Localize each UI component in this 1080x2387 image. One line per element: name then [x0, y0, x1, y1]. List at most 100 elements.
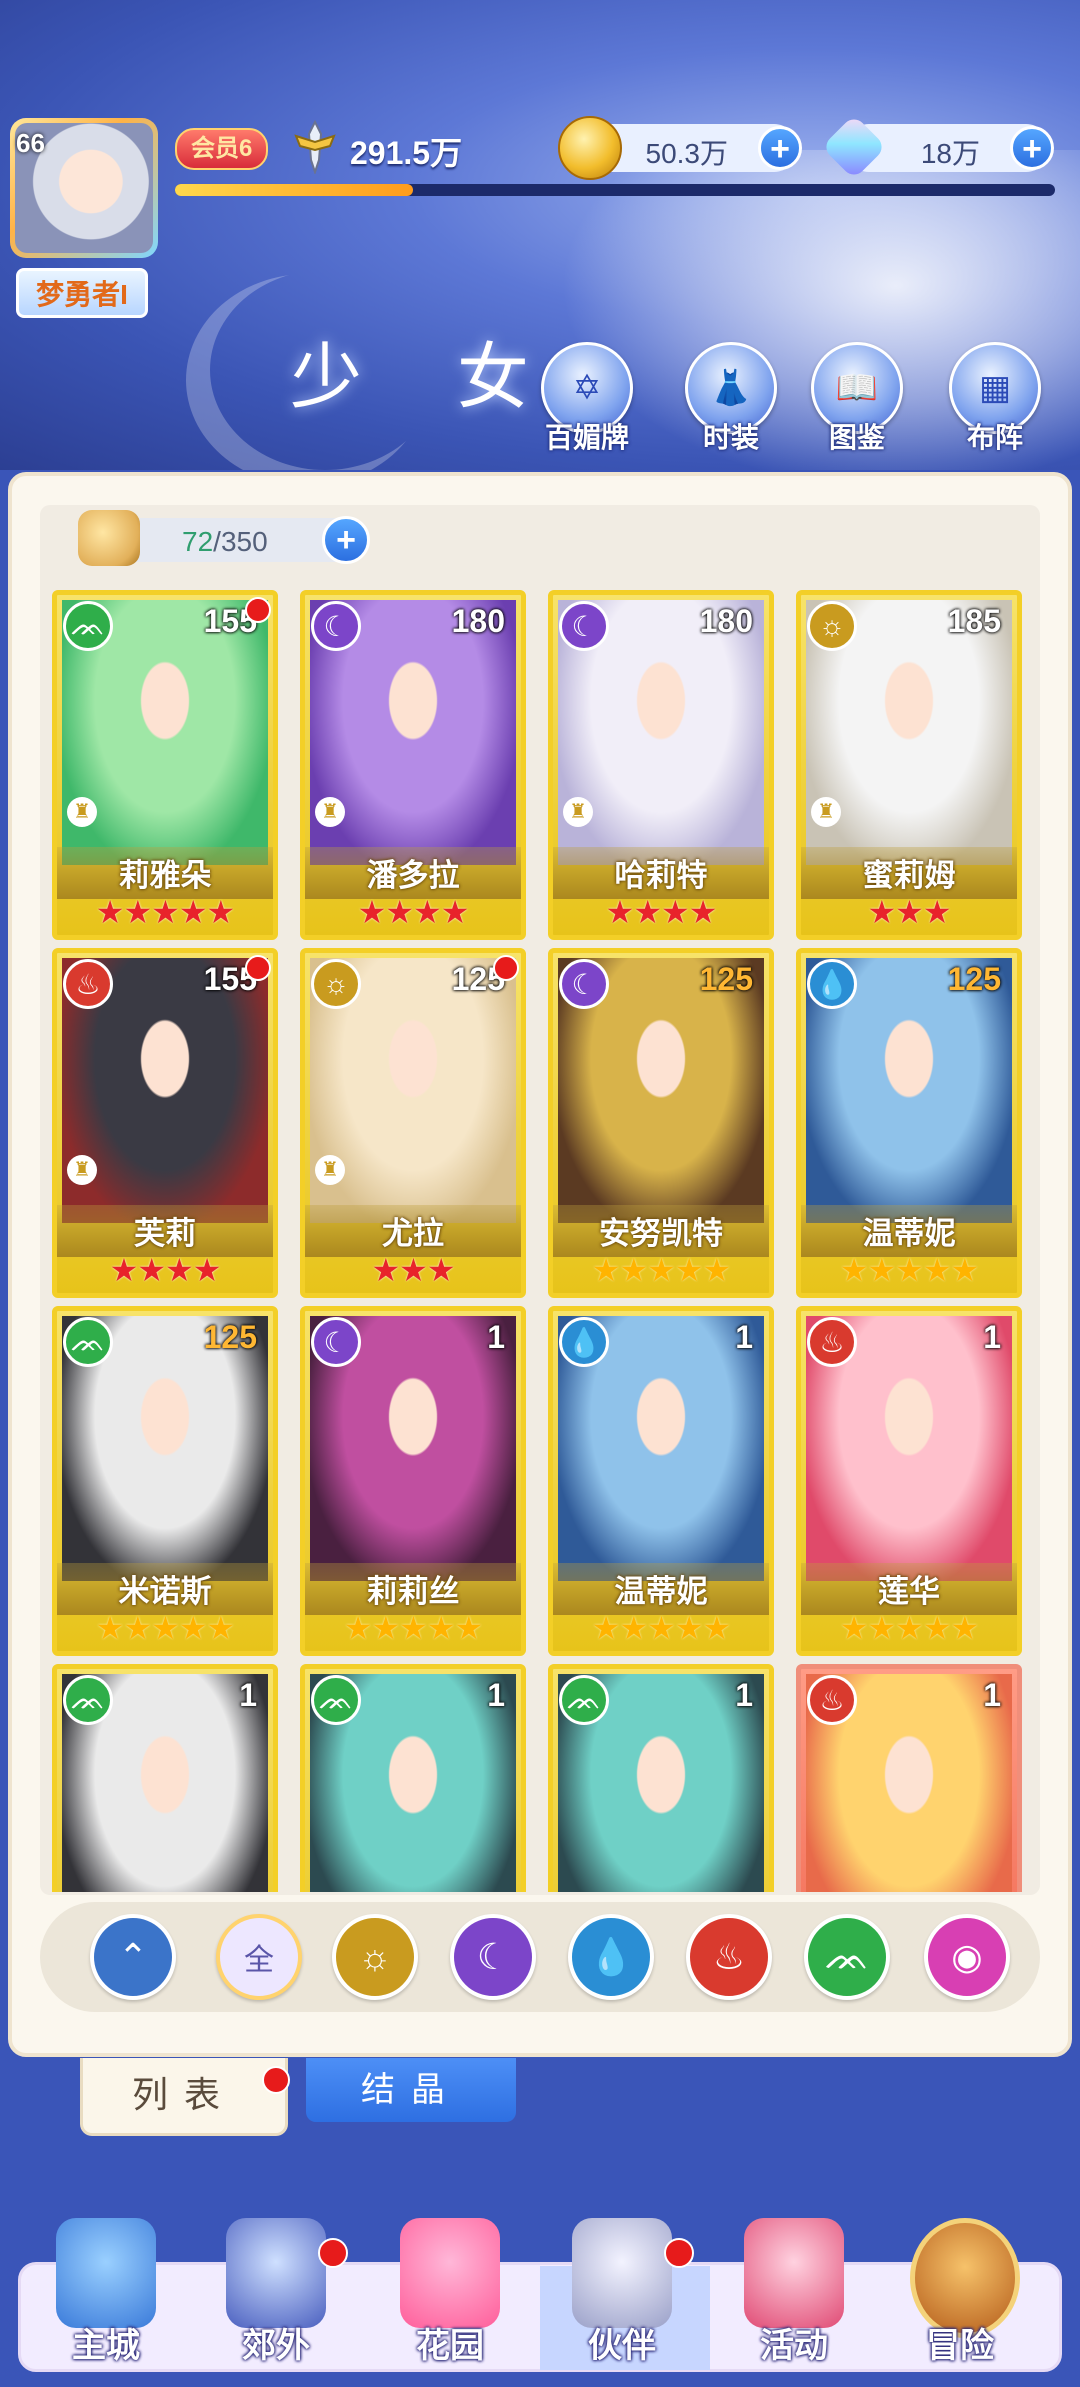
notification-dot — [493, 955, 519, 981]
nav-label: 花园 — [416, 2327, 484, 2365]
storage-current: 72 — [182, 526, 214, 557]
gift-icon — [744, 2218, 844, 2328]
tab-list[interactable]: 列表 — [80, 2058, 288, 2136]
partner-card[interactable]: ᨏ1 — [300, 1664, 526, 1892]
filter-wind-icon[interactable]: ᨏ — [804, 1914, 890, 2000]
star-rating: ★★★★★ — [839, 1610, 979, 1646]
hero-btn-codex[interactable]: 📖 图鉴 — [802, 342, 912, 456]
filter-fire-icon[interactable]: ♨ — [686, 1914, 772, 2000]
star-rating: ★★★ — [867, 894, 951, 930]
partner-card[interactable]: ᨏ 125 米诺斯 ★★★★★ — [52, 1306, 278, 1656]
star-rating: ★★★★ — [357, 894, 470, 930]
tab-crystal[interactable]: 结晶 — [306, 2058, 516, 2122]
partner-card[interactable]: ☾ 180 ♜ 潘多拉 ★★★★ — [300, 590, 526, 940]
section-title: 少 女 — [290, 335, 565, 419]
partner-card[interactable]: ☾ 125 安努凯特 ★★★★★ — [548, 948, 774, 1298]
rook-icon: ♜ — [315, 1155, 345, 1185]
star-rating: ★★★★★ — [591, 1610, 731, 1646]
partner-card[interactable]: ☼ 185 ♜ 蜜莉姆 ★★★ — [796, 590, 1022, 940]
card-name: 潘多拉 — [366, 858, 460, 893]
moon-element-icon: ☾ — [311, 1317, 361, 1367]
filter-up-icon[interactable]: ⌃ — [90, 1914, 176, 2000]
sun-element-icon: ☼ — [807, 601, 857, 651]
card-level: 1 — [735, 1677, 753, 1713]
partner-card[interactable]: ♨ 1 莲华 ★★★★★ — [796, 1306, 1022, 1656]
card-level: 180 — [451, 603, 505, 639]
star-rating: ★★★★ — [109, 1252, 222, 1288]
card-level: 1 — [239, 1677, 257, 1713]
card-level: 180 — [699, 603, 753, 639]
partner-card[interactable]: ♨ 1 — [796, 1664, 1022, 1892]
wind-element-icon: ᨏ — [63, 1675, 113, 1725]
nav-item-4[interactable]: 活动 — [714, 2218, 874, 2378]
notification-dot — [245, 597, 271, 623]
gem-counter: 18万 + — [821, 114, 1054, 180]
hero-btn-cards[interactable]: ✡ 百媚牌 — [532, 342, 642, 456]
card-level: 125 — [947, 961, 1001, 997]
partner-card[interactable]: ☾ 180 ♜ 哈莉特 ★★★★ — [548, 590, 774, 940]
expand-storage-button[interactable]: + — [322, 516, 370, 564]
star-rating: ★★★★★ — [343, 1610, 483, 1646]
add-gems-button[interactable]: + — [1010, 126, 1054, 170]
card-level: 1 — [983, 1677, 1001, 1713]
nav-item-2[interactable]: 花园 — [370, 2218, 530, 2378]
partner-card[interactable]: ᨏ1 — [52, 1664, 278, 1892]
nav-label: 活动 — [760, 2327, 828, 2365]
card-level: 125 — [203, 1319, 257, 1355]
nav-item-0[interactable]: 主城 — [26, 2218, 186, 2378]
rook-icon: ♜ — [315, 797, 345, 827]
notification-dot — [318, 2238, 348, 2268]
nav-label: 郊外 — [242, 2327, 310, 2365]
card-level: 185 — [947, 603, 1001, 639]
nav-label: 主城 — [72, 2327, 140, 2365]
partner-card[interactable]: ☾ 1 莉莉丝 ★★★★★ — [300, 1306, 526, 1656]
wind-element-icon: ᨏ — [63, 601, 113, 651]
star-rating: ★★★★★ — [591, 1252, 731, 1288]
card-name: 莉雅朵 — [118, 858, 212, 893]
card-grid: ᨏ 155 ♜ 莉雅朵 ★★★★★ ☾ 180 ♜ 潘多拉 ★★★★ ☾ 180 ♜ 哈莉特 ★★★★ ☼ 18… — [52, 590, 1032, 1892]
add-coins-button[interactable]: + — [758, 126, 802, 170]
card-name: 莉莉丝 — [366, 1574, 460, 1609]
star-rating: ★★★★ — [605, 894, 718, 930]
partner-icon — [572, 2218, 672, 2328]
nav-item-3[interactable]: 伙伴 — [542, 2218, 702, 2378]
storage-counter: 72/350 + — [78, 510, 370, 566]
card-level: 1 — [983, 1319, 1001, 1355]
filter-all-button[interactable]: 全 — [216, 1914, 302, 2000]
gem-value: 18万 — [920, 138, 980, 169]
nav-item-1[interactable]: 郊外 — [196, 2218, 356, 2378]
nav-item-5[interactable]: 冒险 — [880, 2218, 1040, 2378]
player-name[interactable]: 梦勇者I — [16, 268, 148, 318]
filter-water-icon[interactable]: 💧 — [568, 1914, 654, 2000]
filter-sun-icon[interactable]: ☼ — [332, 1914, 418, 2000]
partner-card[interactable]: ᨏ1 — [548, 1664, 774, 1892]
nav-label: 伙伴 — [588, 2327, 656, 2365]
rook-icon: ♜ — [811, 797, 841, 827]
hero-btn-formation[interactable]: ▦ 布阵 — [940, 342, 1050, 456]
partner-card[interactable]: ♨ 155 ♜ 芙莉 ★★★★ — [52, 948, 278, 1298]
filter-moon-icon[interactable]: ☾ — [450, 1914, 536, 2000]
card-level: 1 — [487, 1319, 505, 1355]
heart-icon — [400, 2218, 500, 2328]
vip-badge[interactable]: 会员6 — [175, 128, 269, 170]
rook-icon: ♜ — [67, 797, 97, 827]
filter-heart-icon[interactable]: ◉ — [924, 1914, 1010, 2000]
water-element-icon: 💧 — [559, 1317, 609, 1367]
card-name: 蜜莉姆 — [862, 858, 956, 893]
partner-card[interactable]: ☼ 125 ♜ 尤拉 ★★★ — [300, 948, 526, 1298]
nav-label: 冒险 — [926, 2327, 994, 2365]
partner-card[interactable]: 💧 1 温蒂妮 ★★★★★ — [548, 1306, 774, 1656]
coin-icon — [558, 116, 622, 180]
card-level: 125 — [699, 961, 753, 997]
partner-card[interactable]: 💧 125 温蒂妮 ★★★★★ — [796, 948, 1022, 1298]
partner-card[interactable]: ᨏ 155 ♜ 莉雅朵 ★★★★★ — [52, 590, 278, 940]
storage-max: 350 — [220, 526, 268, 557]
moon-element-icon: ☾ — [559, 601, 609, 651]
card-name: 莲华 — [878, 1574, 940, 1609]
card-name: 芙莉 — [134, 1216, 196, 1251]
hero-btn-costume[interactable]: 👗 时装 — [676, 342, 786, 456]
rook-icon: ♜ — [67, 1155, 97, 1185]
combat-power: 291.5万 — [350, 135, 463, 171]
sun-element-icon: ☼ — [311, 959, 361, 1009]
card-level: 1 — [735, 1319, 753, 1355]
